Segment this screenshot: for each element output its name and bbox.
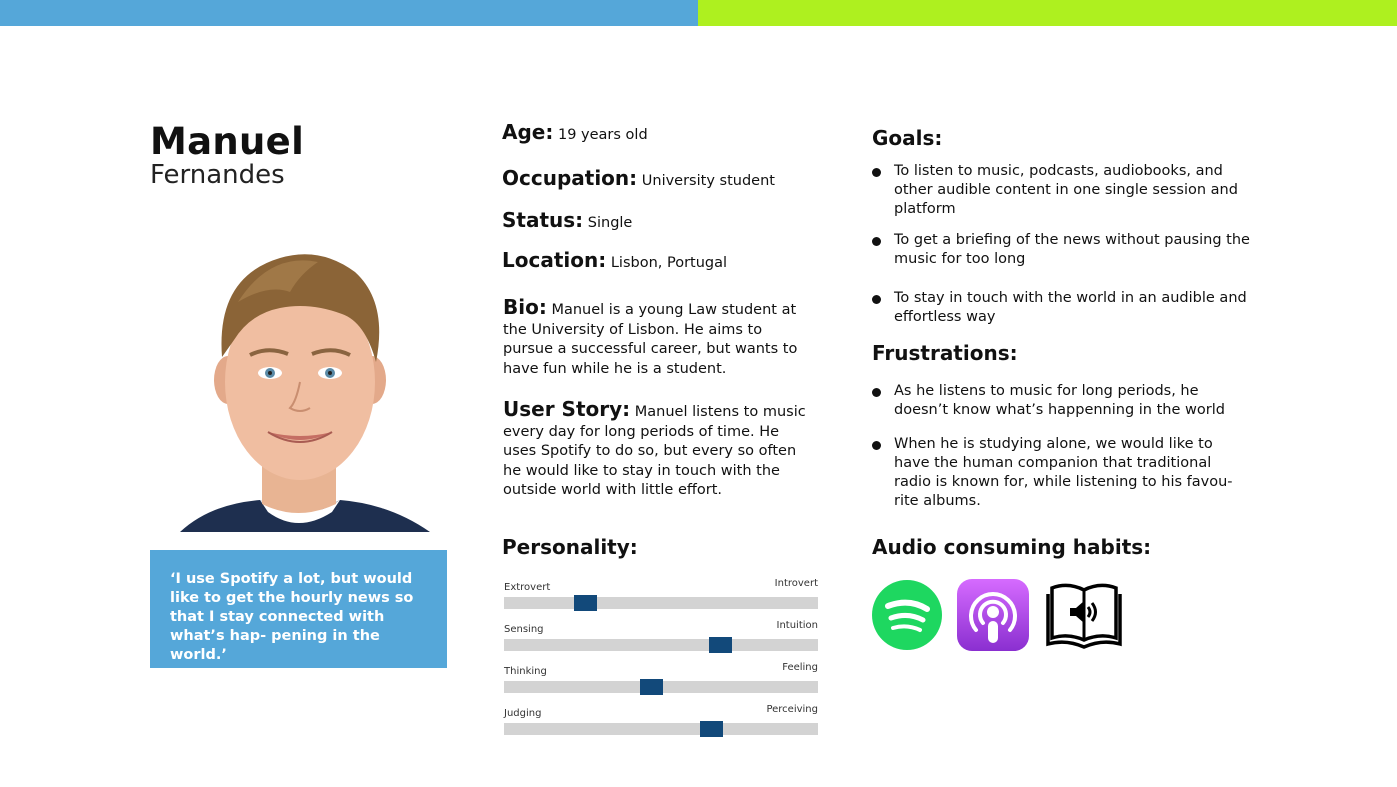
goal-item: To get a briefing of the news without pa… [872, 231, 1252, 269]
slider-right-label: Introvert [774, 578, 818, 589]
goal-item: To listen to music, podcasts, audiobooks… [872, 162, 1252, 219]
audiobook-icon [1046, 578, 1122, 652]
status-label: Status: [502, 208, 584, 232]
quote-text: I use Spotify a lot, but would like to g… [170, 571, 414, 663]
age-value: 19 years old [557, 127, 648, 143]
podcasts-icon [956, 578, 1029, 652]
persona-photo [150, 222, 447, 532]
personality-slider-1: Extrovert Introvert [504, 578, 818, 612]
slider-left-label: Judging [504, 708, 542, 719]
persona-quote: ‘I use Spotify a lot, but would like to … [150, 550, 447, 668]
age-field: Age: 19 years old [502, 120, 648, 144]
slider-left-label: Sensing [504, 624, 544, 635]
habits-title: Audio consuming habits: [872, 535, 1152, 559]
personality-slider-4: Judging Perceiving [504, 704, 818, 738]
top-bar-right [698, 0, 1397, 26]
slider-knob [709, 637, 732, 653]
slider-left-label: Thinking [504, 666, 547, 677]
slider-right-label: Feeling [782, 662, 818, 673]
user-story-paragraph: User Story: Manuel listens to music ever… [503, 397, 815, 501]
slider-track [504, 639, 818, 651]
bio-text: Manuel is a young Law student at the Uni… [503, 302, 798, 377]
slider-knob [700, 721, 723, 737]
location-label: Location: [502, 248, 607, 272]
frustration-item: When he is studying alone, we would like… [872, 435, 1252, 511]
slider-knob [574, 595, 597, 611]
personality-slider-3: Thinking Feeling [504, 662, 818, 696]
slider-right-label: Intuition [776, 620, 818, 631]
goal-item: To stay in touch with the world in an au… [872, 289, 1252, 327]
personality-slider-2: Sensing Intuition [504, 620, 818, 654]
frustration-item: As he listens to music for long periods,… [872, 382, 1252, 420]
bio-paragraph: Bio: Manuel is a young Law student at th… [503, 295, 815, 379]
personality-title: Personality: [502, 535, 638, 559]
persona-last-name: Fernandes [150, 160, 285, 190]
bio-label: Bio: [503, 295, 547, 319]
frustrations-title: Frustrations: [872, 341, 1018, 365]
status-value: Single [587, 215, 633, 231]
location-field: Location: Lisbon, Portugal [502, 248, 727, 272]
occupation-value: University student [641, 173, 775, 189]
occupation-field: Occupation: University student [502, 166, 775, 190]
location-value: Lisbon, Portugal [610, 255, 728, 271]
slider-right-label: Perceiving [766, 704, 818, 715]
slider-left-label: Extrovert [504, 582, 551, 593]
top-bar-left [0, 0, 698, 26]
occupation-label: Occupation: [502, 166, 638, 190]
spotify-icon [871, 578, 943, 652]
status-field: Status: Single [502, 208, 632, 232]
age-label: Age: [502, 120, 554, 144]
slider-knob [640, 679, 663, 695]
slider-track [504, 597, 818, 609]
persona-first-name: Manuel [150, 120, 305, 163]
slider-track [504, 723, 818, 735]
goals-title: Goals: [872, 126, 943, 150]
user-story-label: User Story: [503, 397, 631, 421]
